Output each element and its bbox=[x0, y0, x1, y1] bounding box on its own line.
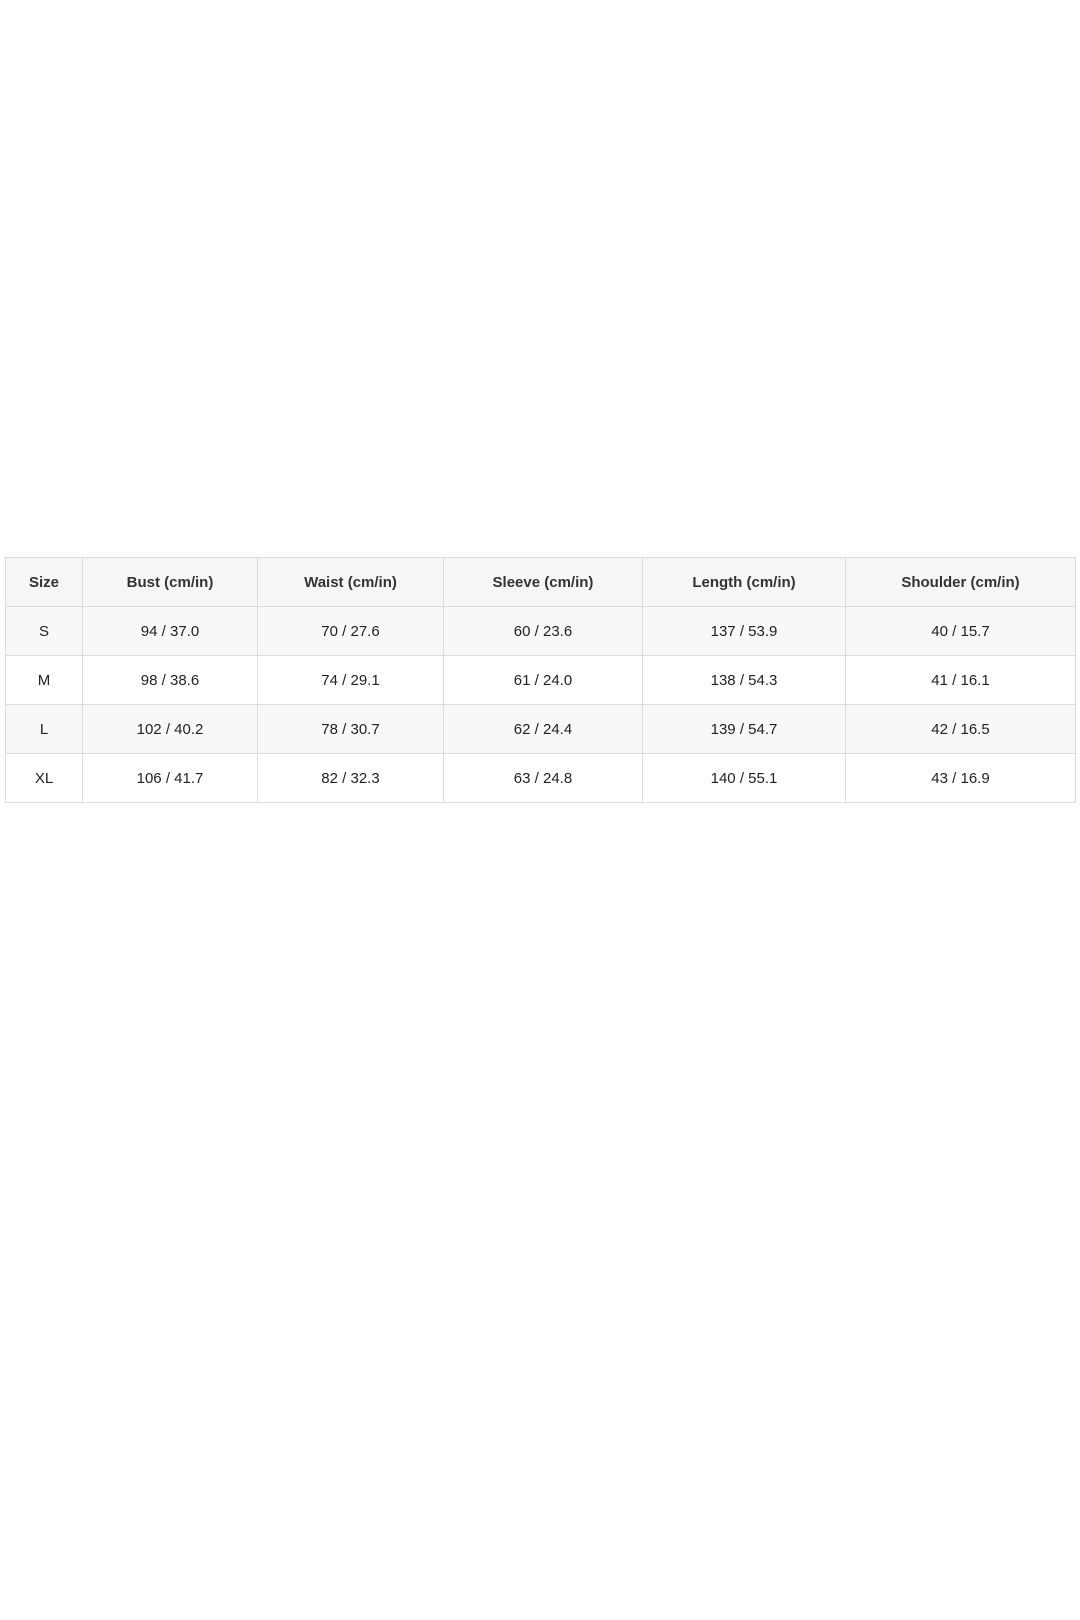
cell-shoulder: 43 / 16.9 bbox=[845, 753, 1076, 803]
table-row: M 98 / 38.6 74 / 29.1 61 / 24.0 138 / 54… bbox=[5, 655, 1076, 705]
cell-waist: 78 / 30.7 bbox=[257, 704, 444, 754]
cell-waist: 82 / 32.3 bbox=[257, 753, 444, 803]
header-bust: Bust (cm/in) bbox=[82, 557, 258, 607]
cell-length: 138 / 54.3 bbox=[642, 655, 846, 705]
table-row: L 102 / 40.2 78 / 30.7 62 / 24.4 139 / 5… bbox=[5, 704, 1076, 754]
cell-bust: 94 / 37.0 bbox=[82, 606, 258, 656]
size-chart-table: Size Bust (cm/in) Waist (cm/in) Sleeve (… bbox=[5, 557, 1076, 803]
cell-sleeve: 60 / 23.6 bbox=[443, 606, 643, 656]
cell-shoulder: 42 / 16.5 bbox=[845, 704, 1076, 754]
cell-size: L bbox=[5, 704, 83, 754]
cell-bust: 102 / 40.2 bbox=[82, 704, 258, 754]
header-length: Length (cm/in) bbox=[642, 557, 846, 607]
header-sleeve: Sleeve (cm/in) bbox=[443, 557, 643, 607]
header-size: Size bbox=[5, 557, 83, 607]
cell-size: S bbox=[5, 606, 83, 656]
header-shoulder: Shoulder (cm/in) bbox=[845, 557, 1076, 607]
cell-shoulder: 40 / 15.7 bbox=[845, 606, 1076, 656]
table-row: XL 106 / 41.7 82 / 32.3 63 / 24.8 140 / … bbox=[5, 753, 1076, 803]
cell-sleeve: 63 / 24.8 bbox=[443, 753, 643, 803]
size-chart-body: S 94 / 37.0 70 / 27.6 60 / 23.6 137 / 53… bbox=[5, 606, 1076, 803]
cell-bust: 98 / 38.6 bbox=[82, 655, 258, 705]
cell-size: M bbox=[5, 655, 83, 705]
header-row: Size Bust (cm/in) Waist (cm/in) Sleeve (… bbox=[5, 557, 1076, 607]
cell-shoulder: 41 / 16.1 bbox=[845, 655, 1076, 705]
cell-bust: 106 / 41.7 bbox=[82, 753, 258, 803]
cell-waist: 74 / 29.1 bbox=[257, 655, 444, 705]
cell-size: XL bbox=[5, 753, 83, 803]
size-chart-header: Size Bust (cm/in) Waist (cm/in) Sleeve (… bbox=[5, 557, 1076, 607]
cell-length: 139 / 54.7 bbox=[642, 704, 846, 754]
cell-sleeve: 62 / 24.4 bbox=[443, 704, 643, 754]
cell-sleeve: 61 / 24.0 bbox=[443, 655, 643, 705]
cell-length: 137 / 53.9 bbox=[642, 606, 846, 656]
cell-length: 140 / 55.1 bbox=[642, 753, 846, 803]
cell-waist: 70 / 27.6 bbox=[257, 606, 444, 656]
table-row: S 94 / 37.0 70 / 27.6 60 / 23.6 137 / 53… bbox=[5, 606, 1076, 656]
header-waist: Waist (cm/in) bbox=[257, 557, 444, 607]
